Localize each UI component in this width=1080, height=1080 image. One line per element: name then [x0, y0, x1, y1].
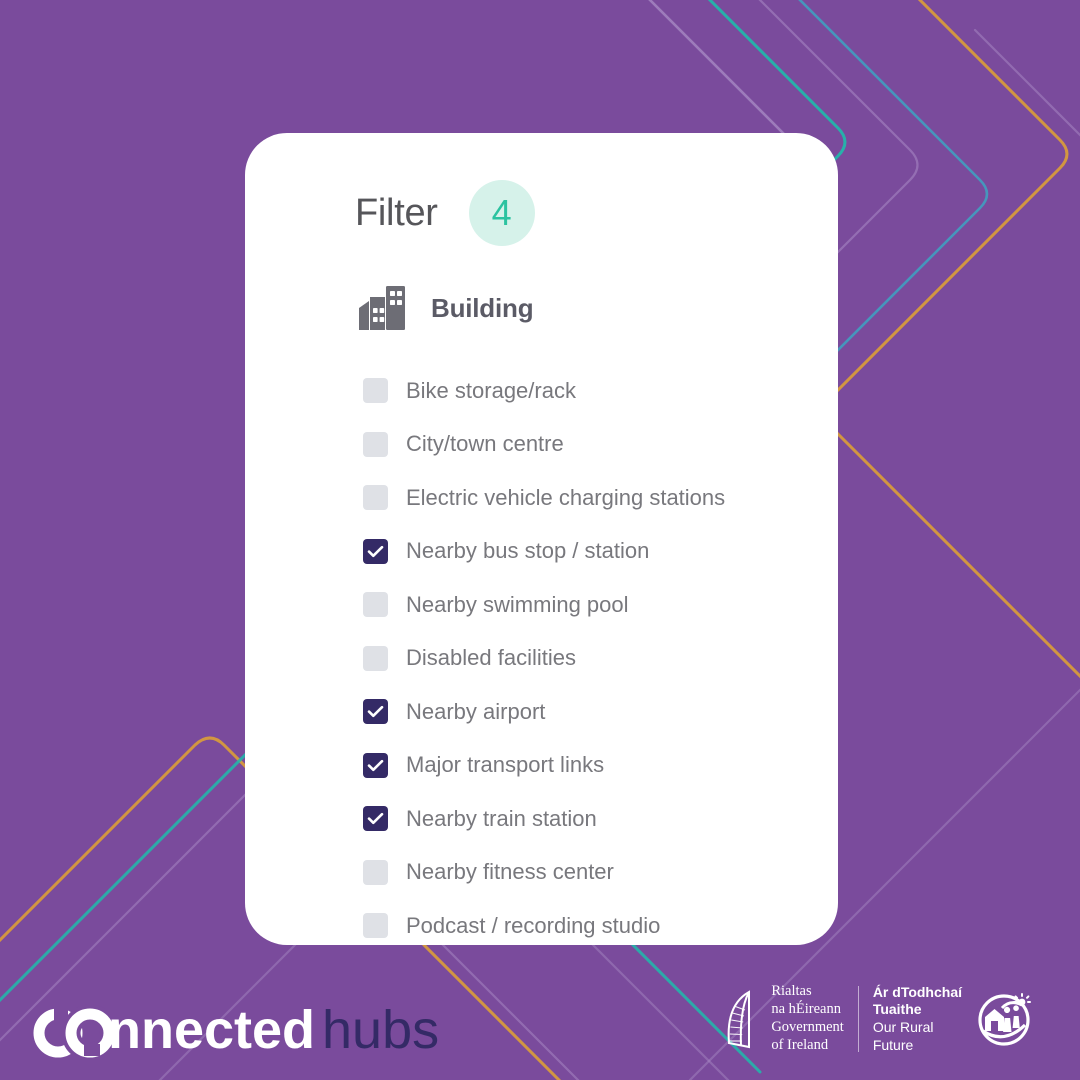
filter-option-row[interactable]: City/town centre	[363, 418, 838, 472]
checkbox-checked[interactable]	[363, 699, 388, 725]
connected-hubs-logo: nnected hubs	[26, 996, 484, 1058]
filter-option-row[interactable]: Nearby fitness center	[363, 846, 838, 900]
filter-option-label: Nearby bus stop / station	[406, 538, 650, 564]
filter-option-label: City/town centre	[406, 431, 564, 457]
filter-option-row[interactable]: Nearby bus stop / station	[363, 525, 838, 579]
rural-line-4: Future	[872, 1036, 914, 1053]
checkbox-checked[interactable]	[363, 538, 388, 564]
filter-option-label: Nearby airport	[406, 698, 546, 724]
checkbox-unchecked[interactable]	[363, 431, 388, 457]
building-icon	[359, 286, 405, 330]
our-rural-future-icon	[978, 993, 1031, 1046]
gov-line-4: of Ireland	[771, 1036, 829, 1053]
checkbox-checked[interactable]	[363, 752, 388, 778]
filter-option-label: Nearby train station	[406, 805, 597, 831]
checkbox-unchecked[interactable]	[363, 485, 388, 511]
filter-option-row[interactable]: Nearby train station	[363, 792, 838, 846]
brand-wordmark: nnected hubs	[33, 1000, 439, 1058]
gov-line-1: Rialtas	[771, 983, 812, 1000]
section-header-building: Building	[357, 284, 838, 332]
brand-secondary-text: hubs	[322, 1000, 439, 1058]
filter-option-label: Major transport links	[406, 752, 605, 778]
gov-line-3: Government	[771, 1019, 844, 1035]
our-rural-future-logo: Ár dTodhchaí Tuaithe Our Rural Future	[873, 984, 1032, 1055]
page-title: Filter	[355, 192, 438, 234]
filter-option-row[interactable]: Bike storage/rack	[363, 364, 838, 418]
our-rural-future-text: Ár dTodhchaí Tuaithe Our Rural Future	[873, 984, 962, 1055]
filter-option-label: Nearby swimming pool	[406, 591, 629, 617]
checkbox-checked[interactable]	[363, 806, 388, 832]
checkbox-unchecked[interactable]	[363, 378, 388, 404]
gov-logo-divider	[857, 986, 859, 1052]
filter-option-row[interactable]: Electric vehicle charging stations	[363, 471, 838, 525]
filter-count-value: 4	[491, 192, 512, 233]
filter-options-list: Bike storage/rack City/town centre Electri…	[363, 364, 838, 953]
section-title: Building	[431, 292, 534, 323]
filter-card: Filter 4 Building Bike storage/rack City…	[245, 133, 838, 945]
checkbox-unchecked[interactable]	[363, 913, 388, 939]
rural-line-1: Ár dTodhchaí	[872, 983, 962, 1000]
rural-line-3: Our Rural	[872, 1019, 934, 1035]
filter-option-label: Disabled facilities	[406, 645, 576, 671]
check-icon	[367, 813, 384, 825]
filter-option-label: Podcast / recording studio	[406, 912, 661, 938]
rural-line-2: Tuaithe	[872, 1001, 922, 1018]
filter-option-row[interactable]: Nearby swimming pool	[363, 578, 838, 632]
filter-option-row[interactable]: Podcast / recording studio	[363, 899, 838, 953]
filter-count-badge: 4	[468, 180, 535, 246]
gov-line-2: na hÉireann	[771, 1001, 841, 1018]
check-icon	[367, 706, 384, 718]
checkbox-unchecked[interactable]	[363, 645, 388, 671]
checkbox-unchecked[interactable]	[363, 859, 388, 885]
filter-header: Filter 4	[355, 180, 838, 246]
government-of-ireland-text: Rialtas na hÉireann Government of Irelan…	[771, 983, 843, 1055]
filter-option-label: Electric vehicle charging stations	[406, 484, 726, 510]
government-logos: Rialtas na hÉireann Government of Irelan…	[722, 980, 1032, 1058]
filter-option-label: Nearby fitness center	[406, 859, 614, 885]
check-icon	[367, 759, 384, 771]
government-of-ireland-logo: Rialtas na hÉireann Government of Irelan…	[722, 983, 844, 1055]
brand-primary-text: nnected	[108, 1000, 315, 1058]
irish-harp-icon	[727, 990, 751, 1049]
filter-option-row[interactable]: Disabled facilities	[363, 632, 838, 686]
filter-option-row[interactable]: Major transport links	[363, 739, 838, 793]
check-icon	[367, 545, 384, 557]
filter-option-label: Bike storage/rack	[406, 377, 576, 403]
filter-option-row[interactable]: Nearby airport	[363, 685, 838, 739]
checkbox-unchecked[interactable]	[363, 592, 388, 618]
